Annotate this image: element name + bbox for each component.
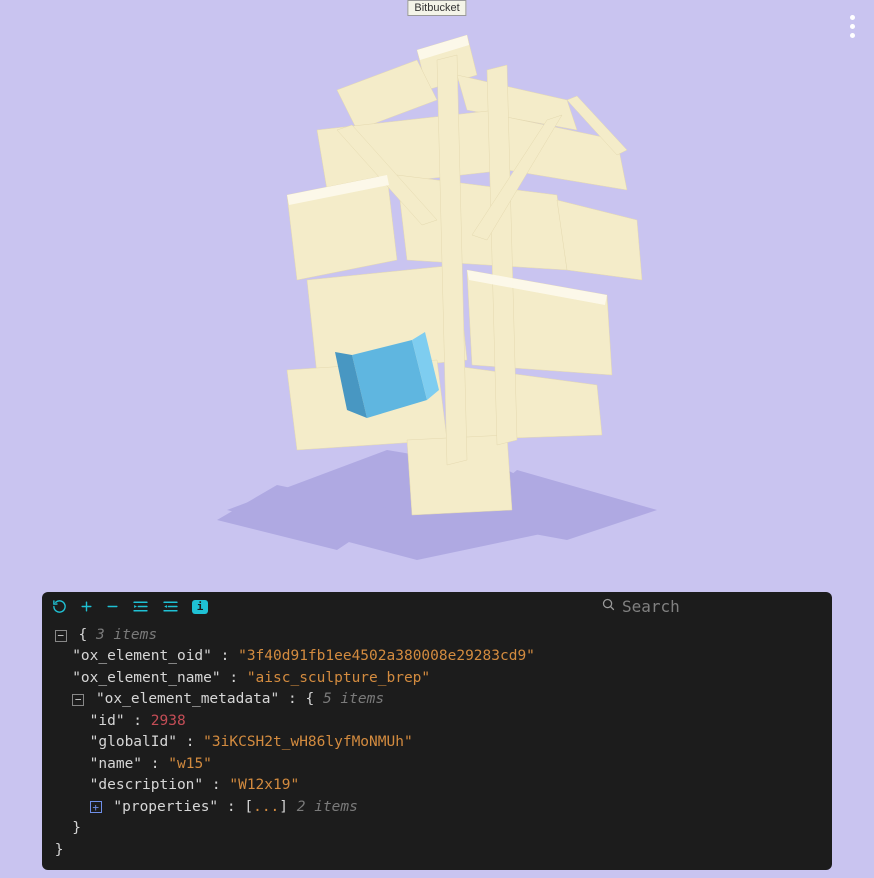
json-line: } xyxy=(46,818,832,839)
model-3d-view[interactable] xyxy=(0,10,874,590)
info-icon[interactable]: i xyxy=(192,600,208,614)
viewport: Bitbucket xyxy=(0,0,874,878)
item-count: 5 items xyxy=(323,691,384,707)
model-svg xyxy=(137,20,737,580)
json-line[interactable]: "name" : "w15" xyxy=(46,754,832,775)
json-line[interactable]: "ox_element_name" : "aisc_sculpture_brep… xyxy=(46,668,832,689)
json-body: − { 3 items "ox_element_oid" : "3f40d91f… xyxy=(42,620,832,867)
collapse-toggle-icon[interactable]: − xyxy=(55,630,67,642)
expand-icon[interactable] xyxy=(80,600,93,613)
indent-less-icon[interactable] xyxy=(162,599,179,614)
collapse-icon[interactable] xyxy=(106,600,119,613)
refresh-icon[interactable] xyxy=(52,599,67,614)
collapse-toggle-icon[interactable]: − xyxy=(72,694,84,706)
item-count: 3 items xyxy=(96,627,157,643)
json-line[interactable]: "id" : 2938 xyxy=(46,711,832,732)
json-line[interactable]: − "ox_element_metadata" : { 5 items xyxy=(46,689,832,710)
json-inspector-panel: i − { 3 items "ox_element_oid" : "3f40d9… xyxy=(42,592,832,870)
json-line[interactable]: + "properties" : [...] 2 items xyxy=(46,797,832,818)
json-line[interactable]: "description" : "W12x19" xyxy=(46,775,832,796)
search-icon xyxy=(601,597,616,616)
json-line[interactable]: "ox_element_oid" : "3f40d91fb1ee4502a380… xyxy=(46,646,832,667)
json-toolbar: i xyxy=(42,592,832,620)
json-line-root[interactable]: − { 3 items xyxy=(46,625,832,646)
search-wrap xyxy=(601,597,822,616)
item-count: 2 items xyxy=(297,799,358,815)
json-line: } xyxy=(46,840,832,861)
json-line[interactable]: "globalId" : "3iKCSH2t_wH86lyfMoNMUh" xyxy=(46,732,832,753)
indent-more-icon[interactable] xyxy=(132,599,149,614)
expand-toggle-icon[interactable]: + xyxy=(90,801,102,813)
search-input[interactable] xyxy=(622,597,722,616)
